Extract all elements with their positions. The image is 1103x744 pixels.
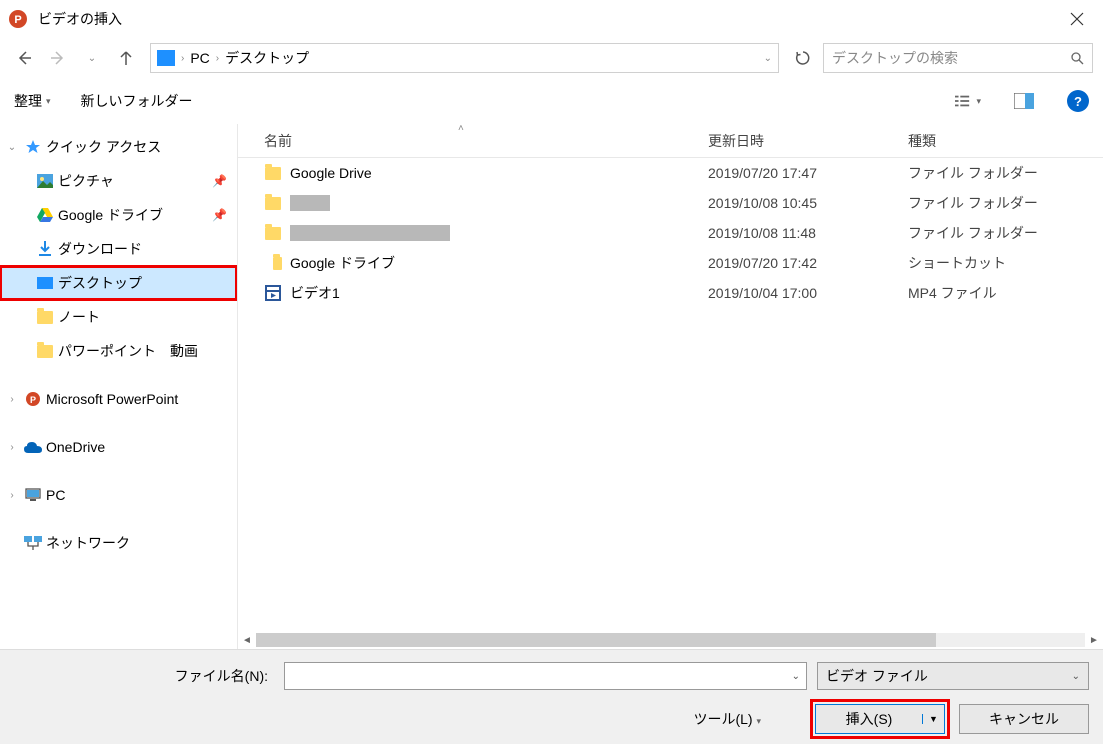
- chevron-right-icon: ›: [4, 442, 20, 453]
- file-name: ビデオ1: [290, 283, 340, 303]
- tree-pictures[interactable]: ピクチャ📌: [0, 164, 237, 198]
- svg-text:P: P: [14, 14, 21, 26]
- close-button[interactable]: [1057, 4, 1097, 34]
- file-row[interactable]: Google ドライブ 2019/07/20 17:42ショートカット: [238, 248, 1103, 278]
- tree-pc[interactable]: ›PC: [0, 478, 237, 512]
- up-button[interactable]: [112, 44, 140, 72]
- filename-input[interactable]: ⌄: [284, 662, 807, 690]
- tree-onedrive[interactable]: ›OneDrive: [0, 430, 237, 464]
- view-options-button[interactable]: ▾: [955, 90, 981, 112]
- window-title: ビデオの挿入: [38, 9, 1057, 29]
- folder-icon: [264, 164, 282, 182]
- tree-notes[interactable]: ノート: [0, 300, 237, 334]
- file-date: 2019/10/08 10:45: [708, 195, 908, 211]
- pictures-icon: [36, 172, 54, 190]
- search-input[interactable]: デスクトップの検索: [823, 43, 1093, 73]
- pin-icon: 📌: [212, 208, 227, 222]
- file-type-filter[interactable]: ビデオ ファイル⌄: [817, 662, 1089, 690]
- header-name[interactable]: 名前˄: [264, 131, 708, 151]
- header-date[interactable]: 更新日時: [708, 131, 908, 151]
- preview-pane-button[interactable]: [1011, 90, 1037, 112]
- file-date: 2019/07/20 17:42: [708, 255, 908, 271]
- cancel-button[interactable]: キャンセル: [959, 704, 1089, 734]
- chevron-down-icon[interactable]: ⌄: [764, 53, 772, 64]
- toolbar: 整理▾ 新しいフォルダー ▾ ?: [0, 78, 1103, 124]
- file-list: 名前˄ 更新日時 種類 Google Drive 2019/07/20 17:47…: [238, 124, 1103, 649]
- file-date: 2019/10/04 17:00: [708, 285, 908, 301]
- shortcut-icon: [264, 254, 282, 272]
- star-icon: [24, 138, 42, 156]
- tree-downloads[interactable]: ダウンロード: [0, 232, 237, 266]
- file-type: ファイル フォルダー: [908, 193, 1103, 213]
- help-button[interactable]: ?: [1067, 90, 1089, 112]
- pc-icon: [24, 486, 42, 504]
- chevron-down-icon: ⌄: [1072, 671, 1080, 682]
- breadcrumb-desktop[interactable]: デスクトップ: [225, 48, 309, 68]
- file-date: 2019/10/08 11:48: [708, 225, 908, 241]
- tree-gdrive[interactable]: Google ドライブ📌: [0, 198, 237, 232]
- file-name: Google ドライブ: [290, 253, 395, 273]
- recent-dropdown[interactable]: ⌄: [78, 44, 106, 72]
- powerpoint-icon: P: [24, 390, 42, 408]
- refresh-button[interactable]: [789, 44, 817, 72]
- chevron-down-icon: ⌄: [4, 142, 20, 153]
- tools-menu[interactable]: ツール(L) ▾: [693, 709, 761, 729]
- desktop-icon: [157, 50, 175, 66]
- search-placeholder: デスクトップの検索: [832, 48, 1070, 68]
- file-list-header: 名前˄ 更新日時 種類: [238, 124, 1103, 158]
- insert-button[interactable]: 挿入(S) ▼: [815, 704, 945, 734]
- file-row[interactable]: Google Drive 2019/07/20 17:47ファイル フォルダー: [238, 158, 1103, 188]
- titlebar: P ビデオの挿入: [0, 0, 1103, 38]
- back-button[interactable]: [10, 44, 38, 72]
- folder-icon: [36, 308, 54, 326]
- tree-ms-powerpoint[interactable]: ›PMicrosoft PowerPoint: [0, 382, 237, 416]
- svg-text:P: P: [30, 395, 36, 405]
- filename-label: ファイル名(N):: [14, 666, 274, 686]
- insert-dropdown-icon[interactable]: ▼: [922, 714, 944, 724]
- horizontal-scrollbar[interactable]: ◄ ►: [238, 631, 1103, 649]
- powerpoint-icon: P: [6, 7, 30, 31]
- onedrive-icon: [24, 438, 42, 456]
- navigation-tree: ⌄クイック アクセス ピクチャ📌 Google ドライブ📌 ダウンロード デスク…: [0, 124, 238, 649]
- folder-icon: [264, 194, 282, 212]
- organize-menu[interactable]: 整理▾: [14, 91, 51, 111]
- breadcrumb-pc[interactable]: PC: [190, 50, 209, 66]
- forward-button[interactable]: [44, 44, 72, 72]
- file-row[interactable]: 2019/10/08 10:45ファイル フォルダー: [238, 188, 1103, 218]
- gdrive-icon: [36, 206, 54, 224]
- sort-asc-icon: ˄: [458, 123, 464, 134]
- desktop-icon: [36, 274, 54, 292]
- file-date: 2019/07/20 17:47: [708, 165, 908, 181]
- tree-quick-access[interactable]: ⌄クイック アクセス: [0, 130, 237, 164]
- tree-ppt-video[interactable]: パワーポイント 動画: [0, 334, 237, 368]
- folder-icon: [36, 342, 54, 360]
- search-icon: [1070, 51, 1084, 65]
- file-row[interactable]: ビデオ1 2019/10/04 17:00MP4 ファイル: [238, 278, 1103, 308]
- file-type: ファイル フォルダー: [908, 223, 1103, 243]
- scroll-right-icon[interactable]: ►: [1085, 635, 1103, 646]
- download-icon: [36, 240, 54, 258]
- navbar: ⌄ › PC › デスクトップ ⌄ デスクトップの検索: [0, 38, 1103, 78]
- bottom-panel: ファイル名(N): ⌄ ビデオ ファイル⌄ ツール(L) ▾ 挿入(S) ▼ キ…: [0, 649, 1103, 744]
- new-folder-button[interactable]: 新しいフォルダー: [81, 91, 193, 111]
- file-type: ファイル フォルダー: [908, 163, 1103, 183]
- header-type[interactable]: 種類: [908, 131, 1103, 151]
- scroll-left-icon[interactable]: ◄: [238, 635, 256, 646]
- file-type: ショートカット: [908, 253, 1103, 273]
- chevron-right-icon: ›: [4, 490, 20, 501]
- breadcrumb-sep-icon: ›: [216, 53, 219, 64]
- folder-icon: [264, 224, 282, 242]
- file-type: MP4 ファイル: [908, 283, 1103, 303]
- address-bar[interactable]: › PC › デスクトップ ⌄: [150, 43, 779, 73]
- chevron-down-icon[interactable]: ⌄: [792, 671, 800, 682]
- breadcrumb-sep-icon: ›: [181, 53, 184, 64]
- file-row[interactable]: 2019/10/08 11:48ファイル フォルダー: [238, 218, 1103, 248]
- tree-network[interactable]: ›ネットワーク: [0, 526, 237, 560]
- tree-desktop[interactable]: デスクトップ: [0, 266, 237, 300]
- file-name: Google Drive: [290, 165, 372, 181]
- pin-icon: 📌: [212, 174, 227, 188]
- video-icon: [264, 284, 282, 302]
- network-icon: [24, 534, 42, 552]
- chevron-right-icon: ›: [4, 394, 20, 405]
